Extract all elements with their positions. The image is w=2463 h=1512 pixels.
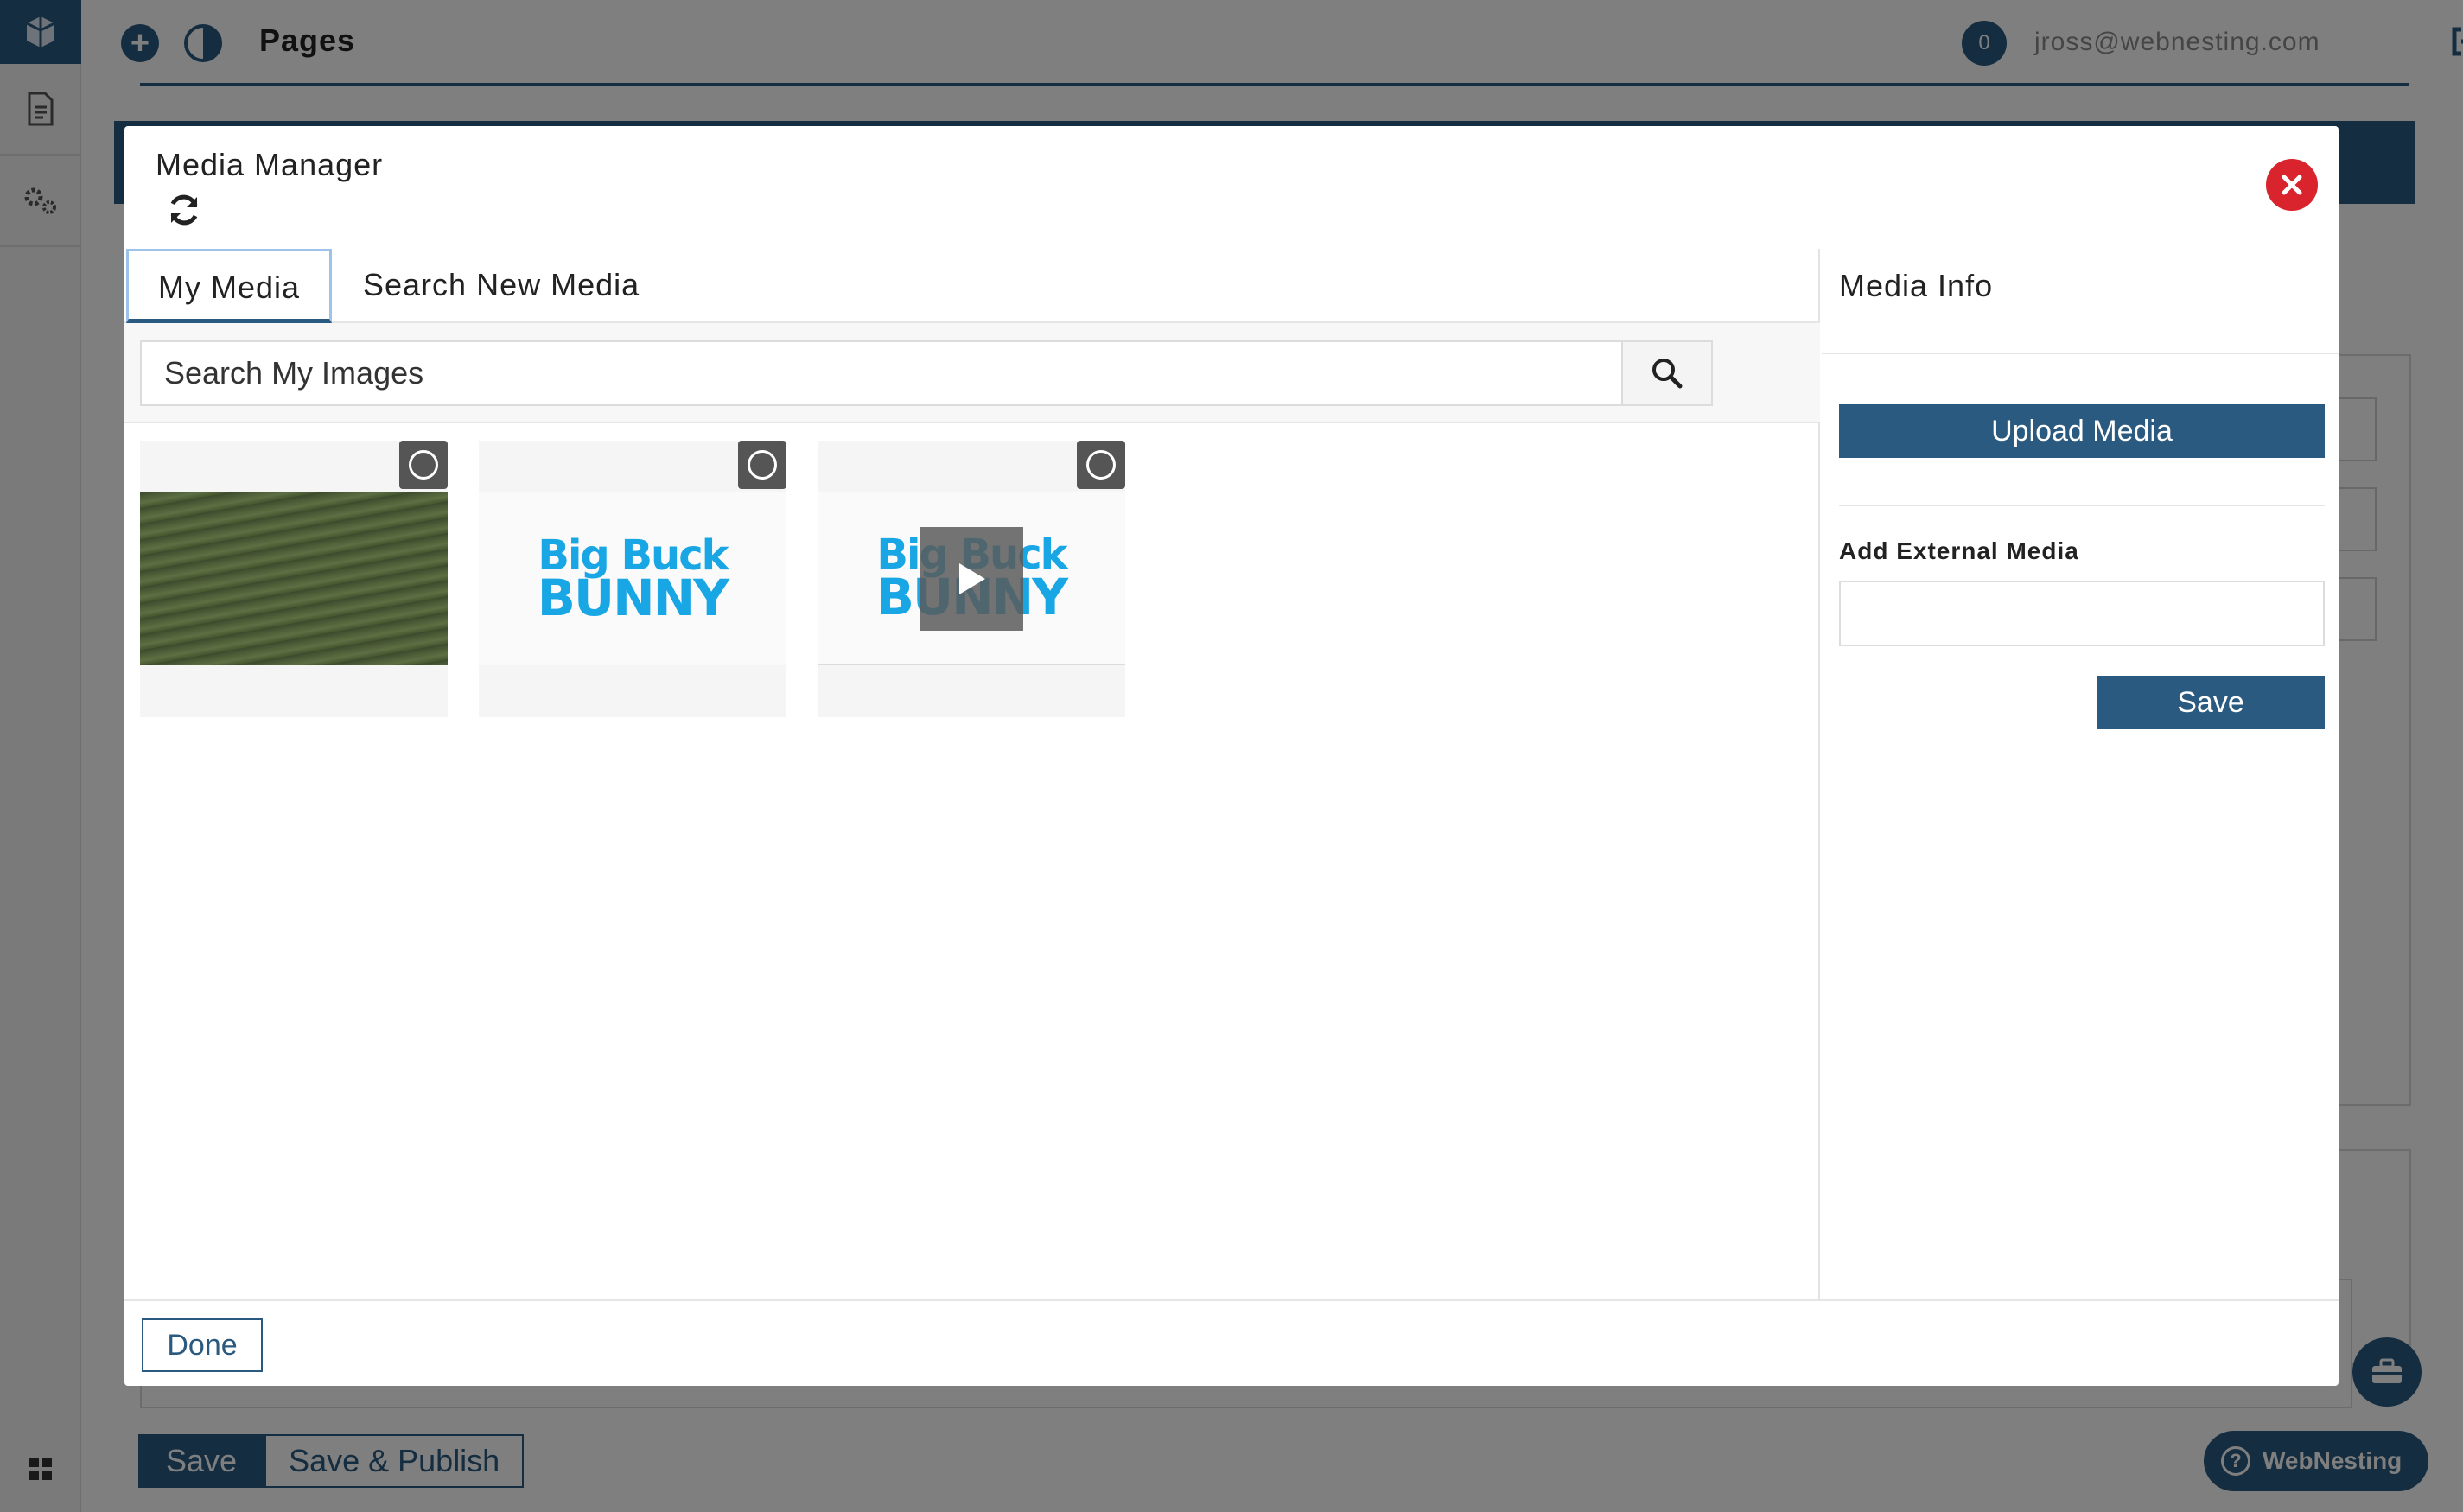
- save-external-media-button[interactable]: Save: [2097, 676, 2325, 729]
- bunny-image-thumbnail[interactable]: Big Buck BUNNY: [479, 492, 786, 665]
- search-bar-area: [124, 323, 1820, 423]
- search-input[interactable]: [142, 342, 1621, 404]
- modal-footer: Done: [124, 1299, 2339, 1386]
- media-tabs: My Media Search New Media: [124, 249, 1820, 323]
- media-item[interactable]: Big Buck BUNNY: [818, 441, 1125, 717]
- select-checkbox[interactable]: [399, 441, 448, 489]
- search-box: [140, 340, 1713, 406]
- field-photo-thumbnail[interactable]: [140, 492, 448, 665]
- modal-title: Media Manager: [156, 147, 384, 182]
- search-icon: [1652, 359, 1683, 389]
- media-grid: Big Buck BUNNY Big Buck BUNNY: [140, 441, 1125, 717]
- media-item[interactable]: [140, 441, 448, 717]
- divider: [1839, 505, 2325, 506]
- tab-my-media[interactable]: My Media: [126, 249, 332, 323]
- search-button[interactable]: [1621, 342, 1711, 404]
- circle-icon: [748, 450, 777, 480]
- media-info-panel: Media Info Upload Media Add External Med…: [1822, 249, 2339, 1301]
- close-icon: [2282, 175, 2302, 195]
- external-media-label: Add External Media: [1839, 537, 2079, 564]
- play-icon[interactable]: [920, 527, 1023, 631]
- done-button[interactable]: Done: [142, 1318, 263, 1372]
- tab-search-new-media[interactable]: Search New Media: [363, 249, 640, 323]
- select-checkbox[interactable]: [1077, 441, 1125, 489]
- upload-media-button[interactable]: Upload Media: [1839, 404, 2325, 458]
- logo-line-2: BUNNY: [537, 568, 729, 627]
- media-main-area: My Media Search New Media Big Buck B: [124, 249, 1820, 1301]
- divider: [1822, 353, 2339, 354]
- circle-icon: [1086, 450, 1116, 480]
- bunny-video-thumbnail[interactable]: Big Buck BUNNY: [818, 492, 1125, 665]
- media-item[interactable]: Big Buck BUNNY: [479, 441, 786, 717]
- close-modal-button[interactable]: [2266, 159, 2318, 211]
- external-media-input[interactable]: [1839, 581, 2325, 646]
- big-buck-bunny-logo: Big Buck BUNNY: [537, 535, 729, 627]
- circle-icon: [409, 450, 438, 480]
- select-checkbox[interactable]: [738, 441, 786, 489]
- refresh-icon[interactable]: [166, 192, 202, 228]
- media-info-title: Media Info: [1839, 268, 1994, 303]
- media-manager-modal: Media Manager My Media Search New Media: [124, 126, 2339, 1386]
